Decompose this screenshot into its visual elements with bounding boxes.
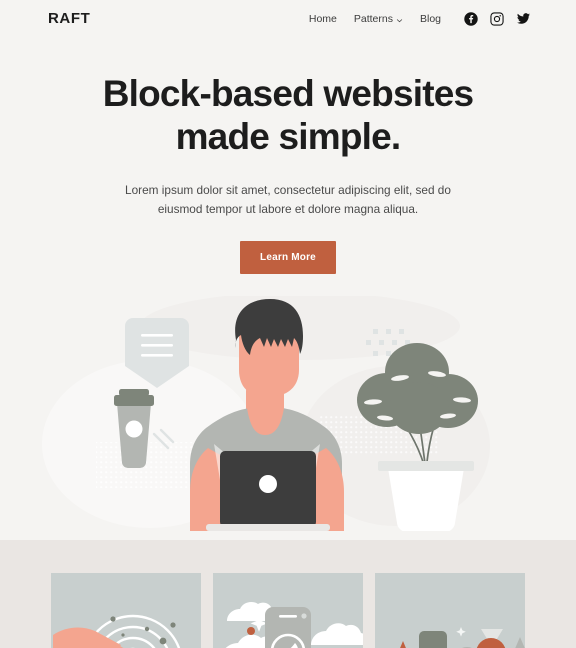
- hero-section: Block-based websites made simple. Lorem …: [0, 37, 576, 275]
- page-root: RAFT Home Patterns Blog Block-based webs…: [0, 0, 576, 648]
- nav-item-home[interactable]: Home: [309, 13, 337, 25]
- nav-item-home-label: Home: [308, 12, 337, 25]
- site-logo[interactable]: RAFT: [48, 10, 90, 27]
- nav-item-patterns[interactable]: Patterns: [354, 13, 403, 25]
- card-hand-fingerprint[interactable]: [51, 573, 201, 648]
- facebook-icon[interactable]: [464, 11, 478, 26]
- nav-item-blog-label: Blog: [419, 12, 441, 25]
- hero-cta-wrapper: Learn More: [0, 241, 576, 275]
- instagram-icon[interactable]: [490, 11, 504, 26]
- site-header: RAFT Home Patterns Blog: [0, 0, 576, 37]
- chevron-down-icon: [396, 15, 403, 23]
- hero-illustration: [0, 296, 576, 532]
- social-links: [464, 11, 531, 26]
- cards-section: [0, 540, 576, 648]
- main-navigation: Home Patterns Blog: [309, 11, 531, 26]
- nav-item-blog[interactable]: Blog: [420, 13, 441, 25]
- hero-paragraph: Lorem ipsum dolor sit amet, consectetur …: [125, 182, 451, 216]
- hero-heading-line-2: made simple.: [175, 115, 402, 157]
- page-title: Block-based websites made simple.: [78, 73, 498, 159]
- card-geometric-shapes[interactable]: [375, 573, 525, 648]
- hero-heading-line-1: Block-based websites: [102, 73, 474, 114]
- twitter-icon[interactable]: [516, 12, 531, 26]
- cards-grid: [0, 540, 576, 648]
- card-mobile-device[interactable]: [213, 573, 363, 648]
- nav-item-patterns-label: Patterns: [353, 12, 393, 25]
- learn-more-button[interactable]: Learn More: [240, 241, 336, 275]
